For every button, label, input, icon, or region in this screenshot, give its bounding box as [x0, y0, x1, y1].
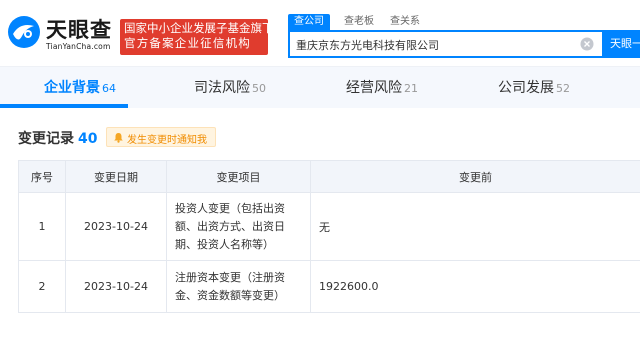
col-header-date: 变更日期	[65, 160, 167, 193]
change-records-table: 序号 变更日期 变更项目 变更前 1 2023-10-24 投资人变更（包括出资…	[18, 160, 640, 313]
notify-label: 发生变更时通知我	[127, 135, 207, 146]
tab-operating-risk[interactable]: 经营风险 21	[346, 67, 418, 109]
clear-icon[interactable]	[580, 37, 594, 51]
value-before: 无	[310, 192, 640, 261]
tab-count: 52	[556, 82, 570, 95]
tab-company-development[interactable]: 公司发展 52	[498, 67, 570, 109]
tab-judicial-risk[interactable]: 司法风险 50	[194, 67, 266, 109]
section-title-text: 变更记录	[18, 131, 74, 147]
table-header-row: 序号 变更日期 变更项目 变更前	[18, 160, 640, 193]
top-header: 天眼查 TianYanCha.com 国家中小企业发展子基金旗下 官方备案企业征…	[0, 0, 640, 66]
banner-line-2: 官方备案企业征信机构	[124, 36, 251, 50]
logo-text: 天眼查	[46, 18, 112, 42]
notify-on-change-button[interactable]: 发生变更时通知我	[106, 127, 216, 147]
col-header-item: 变更项目	[166, 160, 311, 193]
tab-count: 50	[252, 82, 266, 95]
tianyancha-logo-icon	[8, 16, 40, 48]
tab-count: 21	[404, 82, 418, 95]
official-banner[interactable]: 国家中小企业发展子基金旗下 官方备案企业征信机构	[120, 19, 274, 55]
active-tab-indicator	[0, 104, 128, 108]
change-item: 注册资本变更（注册资金、资金数额等变更）	[166, 260, 311, 313]
tab-count: 64	[102, 82, 116, 95]
row-number: 1	[18, 192, 66, 261]
tab-label: 公司发展	[498, 80, 554, 96]
banner-line-1: 国家中小企业发展子基金旗下	[124, 21, 274, 35]
tab-label: 经营风险	[346, 80, 402, 96]
tab-label: 司法风险	[194, 80, 250, 96]
logo-domain-text: TianYanCha.com	[46, 42, 111, 51]
row-number: 2	[18, 260, 66, 313]
search-button[interactable]: 天眼一下	[604, 30, 640, 58]
tab-search-boss[interactable]: 查老板	[344, 14, 374, 30]
table-row: 2 2023-10-24 注册资本变更（注册资金、资金数额等变更） 192260…	[18, 260, 640, 313]
col-header-no: 序号	[18, 160, 66, 193]
change-date: 2023-10-24	[65, 192, 167, 261]
change-date: 2023-10-24	[65, 260, 167, 313]
value-before: 1922600.0	[310, 260, 640, 313]
bell-icon	[114, 133, 123, 143]
change-item: 投资人变更（包括出资额、出资方式、出资日期、投资人名称等）	[166, 192, 311, 261]
tab-label: 企业背景	[44, 80, 100, 96]
search-input[interactable]: 重庆京东方光电科技有限公司	[288, 30, 604, 58]
section-count: 40	[78, 131, 98, 147]
site-logo[interactable]: 天眼查 TianYanCha.com	[4, 12, 116, 58]
tab-search-relation[interactable]: 查关系	[390, 14, 420, 30]
table-row: 1 2023-10-24 投资人变更（包括出资额、出资方式、出资日期、投资人名称…	[18, 192, 640, 261]
section-title: 变更记录 40	[18, 128, 97, 148]
tab-enterprise-background[interactable]: 企业背景 64	[44, 67, 116, 109]
tab-search-company[interactable]: 查公司	[288, 14, 330, 30]
company-section-nav: 企业背景 64 司法风险 50 经营风险 21 公司发展 52	[0, 66, 640, 108]
col-header-before: 变更前	[310, 160, 640, 193]
search-input-value[interactable]: 重庆京东方光电科技有限公司	[296, 37, 439, 53]
